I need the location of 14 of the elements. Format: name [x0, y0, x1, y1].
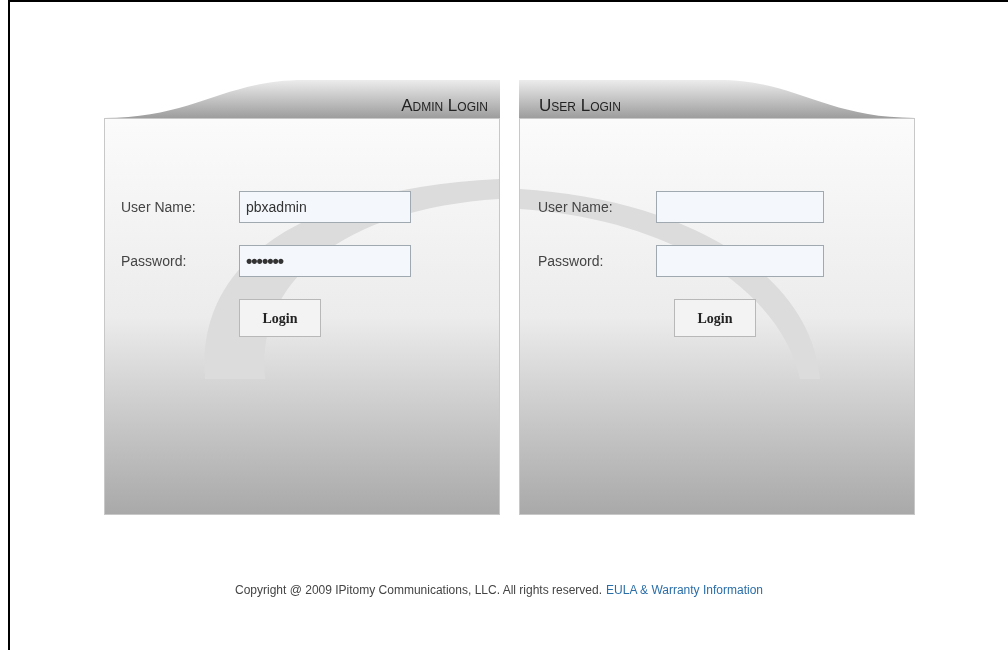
login-button[interactable]: Login: [239, 299, 321, 337]
password-field[interactable]: •••••••: [239, 245, 411, 277]
field-label: User Name:: [121, 197, 197, 217]
panel-title: Admin Login: [401, 97, 488, 114]
password-field[interactable]: [656, 245, 824, 277]
copyright-text: Copyright @ 2009 IPitomy Communications, LLC. All rights reserved.: [235, 582, 603, 599]
eula-link[interactable]: EULA & Warranty Information: [606, 581, 763, 599]
field-label: Password:: [121, 251, 188, 271]
panel-title: User Login: [539, 97, 621, 114]
username-field[interactable]: pbxadmin: [239, 191, 411, 223]
field-label: User Name:: [538, 197, 614, 217]
login-button[interactable]: Login: [674, 299, 756, 337]
username-field[interactable]: [656, 191, 824, 223]
field-label: Password:: [538, 251, 605, 271]
